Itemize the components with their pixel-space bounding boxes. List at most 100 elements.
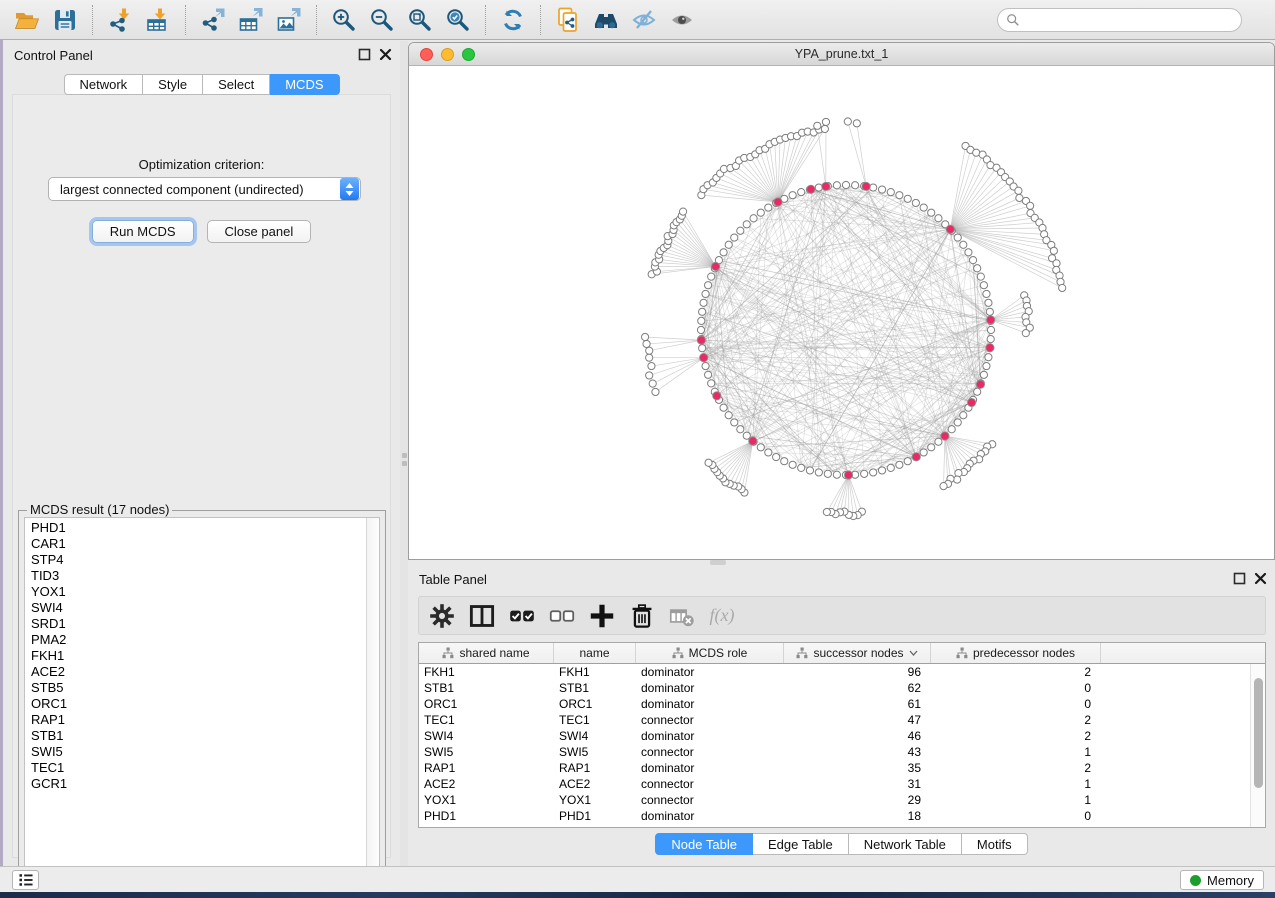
select-all-icon[interactable] xyxy=(509,603,535,629)
table-cell xyxy=(1101,776,1250,792)
table-row[interactable]: STB1STB1dominator620 xyxy=(419,680,1250,696)
list-item[interactable]: SWI5 xyxy=(31,744,366,760)
table-cell: dominator xyxy=(636,760,784,776)
table-row[interactable]: RAP1RAP1dominator352 xyxy=(419,760,1250,776)
criterion-select[interactable]: largest connected component (undirected) xyxy=(48,177,361,201)
export-network-icon[interactable] xyxy=(198,5,228,35)
float-panel-icon[interactable] xyxy=(358,48,371,61)
float-panel-icon[interactable] xyxy=(1233,572,1246,585)
list-item[interactable]: STP4 xyxy=(31,552,366,568)
table-cell: TEC1 xyxy=(554,712,636,728)
criterion-select-value: largest connected component (undirected) xyxy=(49,182,340,197)
delete-table-icon[interactable] xyxy=(669,603,695,629)
panel-splitter[interactable] xyxy=(400,41,408,866)
column-label: MCDS role xyxy=(689,646,748,660)
close-panel-button[interactable]: Close panel xyxy=(207,220,312,243)
select-stepper-icon xyxy=(340,178,359,200)
table-row[interactable]: SWI4SWI4dominator462 xyxy=(419,728,1250,744)
list-item[interactable]: GCR1 xyxy=(31,776,366,792)
list-item[interactable]: STB1 xyxy=(31,728,366,744)
list-item[interactable]: CAR1 xyxy=(31,536,366,552)
tab-network[interactable]: Network xyxy=(63,74,143,95)
close-panel-icon[interactable] xyxy=(1254,572,1267,585)
memory-button[interactable]: Memory xyxy=(1180,870,1264,890)
list-item[interactable]: TID3 xyxy=(31,568,366,584)
table-cell xyxy=(1101,680,1250,696)
tab-motifs[interactable]: Motifs xyxy=(962,833,1028,855)
list-item[interactable]: SRD1 xyxy=(31,616,366,632)
list-item[interactable]: YOX1 xyxy=(31,584,366,600)
run-mcds-button[interactable]: Run MCDS xyxy=(92,220,194,243)
table-row[interactable]: PHD1PHD1dominator180 xyxy=(419,808,1250,824)
column-header-predecessor-nodes[interactable]: predecessor nodes xyxy=(931,643,1101,663)
list-item[interactable]: STB5 xyxy=(31,680,366,696)
toolbar-separator xyxy=(540,5,541,35)
tab-node-table[interactable]: Node Table xyxy=(655,833,753,855)
export-table-icon[interactable] xyxy=(236,5,266,35)
network-titlebar[interactable]: YPA_prune.txt_1 xyxy=(409,43,1274,66)
zoom-fit-icon[interactable] xyxy=(405,5,435,35)
tree-icon xyxy=(956,647,968,659)
gear-icon[interactable] xyxy=(429,603,455,629)
eye-icon[interactable] xyxy=(667,5,697,35)
list-item[interactable]: FKH1 xyxy=(31,648,366,664)
add-column-icon[interactable] xyxy=(589,603,615,629)
save-icon[interactable] xyxy=(50,5,80,35)
zoom-out-icon[interactable] xyxy=(367,5,397,35)
table-row[interactable]: TEC1TEC1connector472 xyxy=(419,712,1250,728)
column-header-mcds-role[interactable]: MCDS role xyxy=(636,643,784,663)
list-item[interactable]: PMA2 xyxy=(31,632,366,648)
close-panel-icon[interactable] xyxy=(379,48,392,61)
table-row[interactable]: YOX1YOX1connector291 xyxy=(419,792,1250,808)
table-cell xyxy=(1101,664,1250,680)
import-network-icon[interactable] xyxy=(105,5,135,35)
deselect-all-icon[interactable] xyxy=(549,603,575,629)
open-folder-icon[interactable] xyxy=(12,5,42,35)
tab-network-table[interactable]: Network Table xyxy=(849,833,962,855)
tab-style[interactable]: Style xyxy=(143,74,203,95)
export-image-icon[interactable] xyxy=(274,5,304,35)
table-cell: FKH1 xyxy=(554,664,636,680)
eye-slash-icon[interactable] xyxy=(629,5,659,35)
table-row[interactable]: ACE2ACE2connector311 xyxy=(419,776,1250,792)
search-box[interactable] xyxy=(997,8,1242,32)
import-table-icon[interactable] xyxy=(143,5,173,35)
list-item[interactable]: SWI4 xyxy=(31,600,366,616)
binoculars-icon[interactable] xyxy=(591,5,621,35)
list-item[interactable]: ORC1 xyxy=(31,696,366,712)
share-document-icon[interactable] xyxy=(553,5,583,35)
list-item[interactable]: RAP1 xyxy=(31,712,366,728)
list-item[interactable]: PHD1 xyxy=(31,520,366,536)
refresh-icon[interactable] xyxy=(498,5,528,35)
tab-select[interactable]: Select xyxy=(203,74,270,95)
control-panel-tabs: Network Style Select MCDS xyxy=(63,74,339,95)
table-cell: connector xyxy=(636,744,784,760)
zoom-in-icon[interactable] xyxy=(329,5,359,35)
delete-icon[interactable] xyxy=(629,603,655,629)
function-builder-icon[interactable]: f(x) xyxy=(709,603,735,629)
zoom-selected-icon[interactable] xyxy=(443,5,473,35)
mcds-result-list: PHD1CAR1STP4TID3YOX1SWI4SRD1PMA2FKH1ACE2… xyxy=(24,517,380,873)
table-row[interactable]: FKH1FKH1dominator962 xyxy=(419,664,1250,680)
tab-edge-table[interactable]: Edge Table xyxy=(753,833,849,855)
task-history-button[interactable] xyxy=(12,870,39,890)
search-input[interactable] xyxy=(1025,10,1225,30)
table-cell: RAP1 xyxy=(419,760,554,776)
column-header-successor-nodes[interactable]: successor nodes xyxy=(784,643,931,663)
column-header-name[interactable]: name xyxy=(554,643,636,663)
list-item[interactable]: TEC1 xyxy=(31,760,366,776)
table-row[interactable]: SWI5SWI5connector431 xyxy=(419,744,1250,760)
chevron-down-icon[interactable] xyxy=(909,650,918,656)
table-scrollbar[interactable] xyxy=(1250,664,1265,827)
table-cell: dominator xyxy=(636,664,784,680)
network-canvas[interactable] xyxy=(409,66,1274,560)
table-row[interactable]: ORC1ORC1dominator610 xyxy=(419,696,1250,712)
table-scrollbar-thumb[interactable] xyxy=(1254,678,1263,788)
list-item[interactable]: ACE2 xyxy=(31,664,366,680)
table-cell: STB1 xyxy=(419,680,554,696)
tab-mcds[interactable]: MCDS xyxy=(270,74,339,95)
columns-icon[interactable] xyxy=(469,603,495,629)
list-icon xyxy=(17,872,35,888)
column-header-shared-name[interactable]: shared name xyxy=(419,643,554,663)
list-scrollbar[interactable] xyxy=(366,518,379,872)
